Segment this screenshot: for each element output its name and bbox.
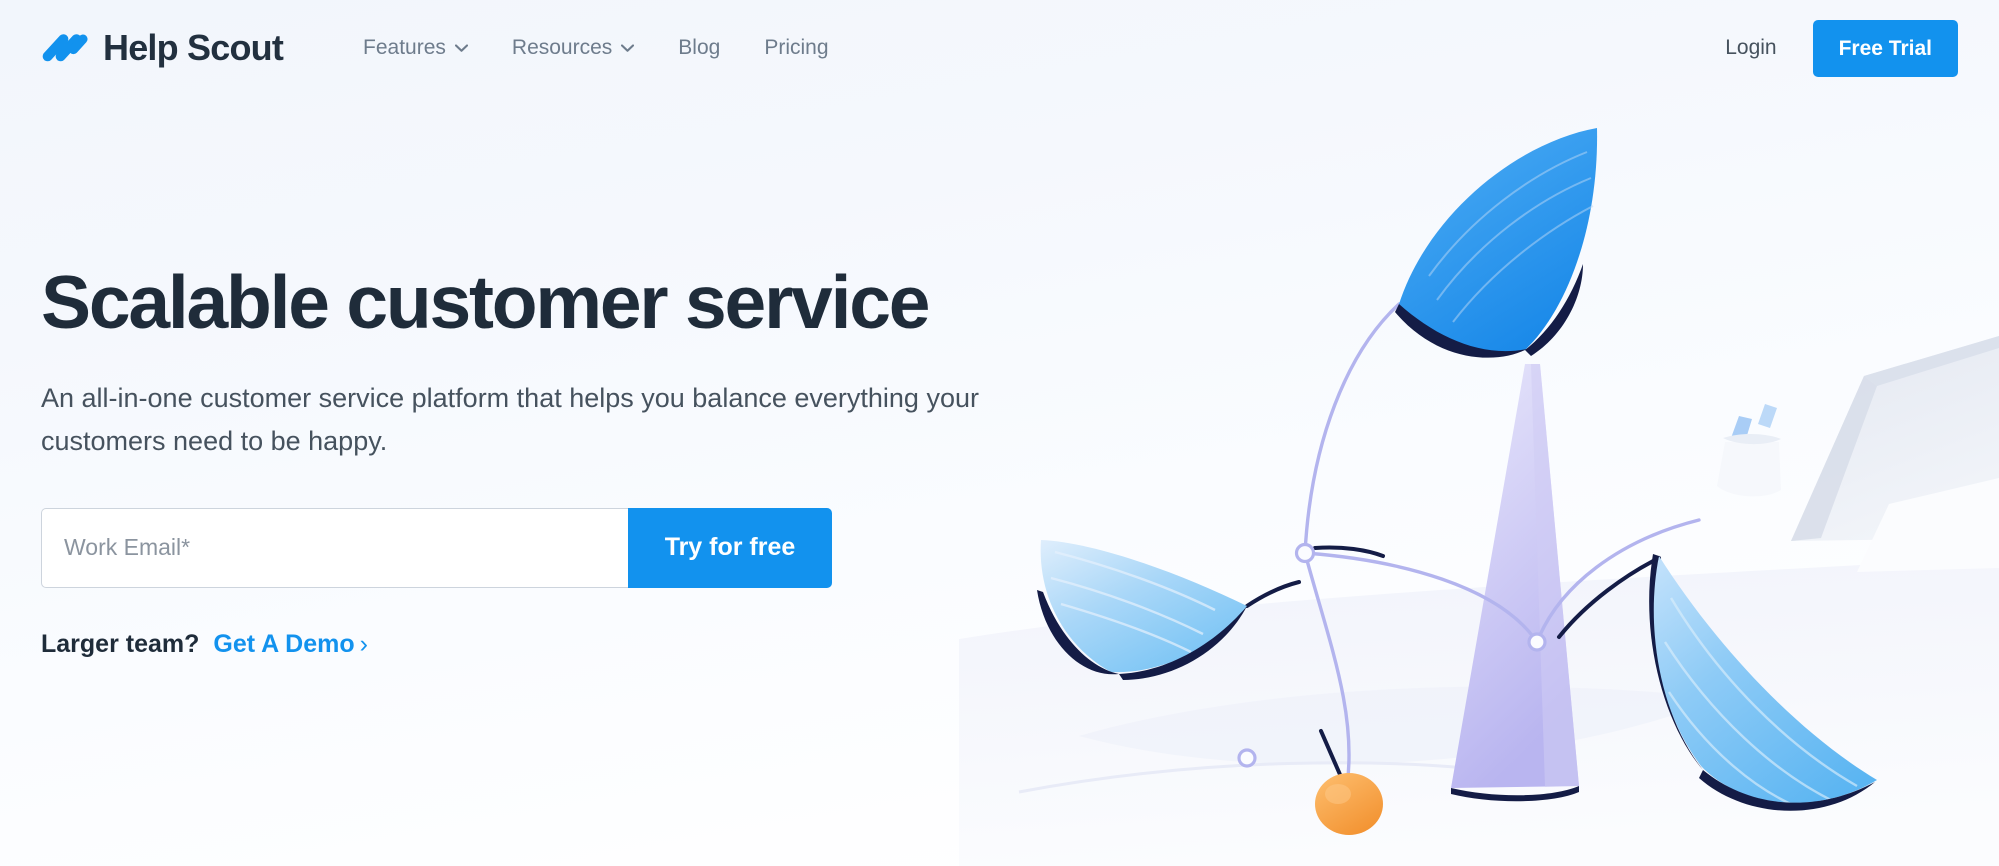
hero-subheading: An all-in-one customer service platform … — [41, 382, 979, 457]
landing-page: Help Scout Features Resources Blog Prici… — [0, 0, 1999, 866]
background-laptop-shape — [1791, 336, 1999, 572]
mobile-counterweight — [1315, 773, 1383, 835]
mobile-stand — [1451, 364, 1579, 802]
nav-item-label: Pricing — [764, 36, 829, 59]
mobile-joint — [1527, 632, 1547, 652]
mobile-blade-right — [1649, 554, 1877, 812]
work-email-input[interactable] — [41, 507, 628, 588]
signup-form: Try for free — [41, 507, 832, 588]
helpscout-slashes-logo-icon — [42, 34, 88, 62]
page-title: Scalable customer service — [41, 260, 930, 344]
nav-item-label: Features — [363, 36, 446, 59]
mobile-joint — [1237, 748, 1257, 768]
try-for-free-button[interactable]: Try for free — [628, 507, 832, 588]
mobile-blade-left — [1037, 540, 1247, 680]
brand-name: Help Scout — [103, 27, 284, 68]
site-header: Help Scout Features Resources Blog Prici… — [0, 0, 1999, 96]
nav-item-label: Resources — [511, 36, 613, 59]
chevron-right-icon: › — [359, 629, 368, 658]
header-actions: Login Free Trial — [1719, 19, 1958, 77]
nav-item-resources[interactable]: Resources — [490, 26, 656, 70]
nav-item-features[interactable]: Features — [341, 26, 490, 70]
login-link[interactable]: Login — [1719, 28, 1782, 68]
nav-item-blog[interactable]: Blog — [656, 26, 742, 70]
chevron-down-icon — [621, 44, 635, 52]
nav-item-pricing[interactable]: Pricing — [742, 26, 850, 70]
mobile-joint — [1294, 542, 1316, 564]
primary-navigation: Features Resources Blog Pricing — [341, 26, 851, 70]
get-a-demo-link[interactable]: Get A Demo › — [213, 630, 368, 659]
nav-item-label: Blog — [678, 36, 721, 59]
get-a-demo-label: Get A Demo — [213, 629, 355, 658]
free-trial-button[interactable]: Free Trial — [1812, 19, 1958, 77]
demo-prompt-label: Larger team? — [41, 629, 200, 658]
chevron-down-icon — [454, 44, 468, 52]
hero-section: Scalable customer service An all-in-one … — [41, 260, 1021, 659]
pencil-cup-shape — [1717, 404, 1781, 497]
mobile-blade-top — [1395, 128, 1598, 358]
brand-logo-link[interactable]: Help Scout — [41, 26, 284, 70]
demo-cta-row: Larger team? Get A Demo › — [41, 630, 1021, 659]
kinetic-mobile-sculpture-illustration — [959, 86, 1999, 866]
